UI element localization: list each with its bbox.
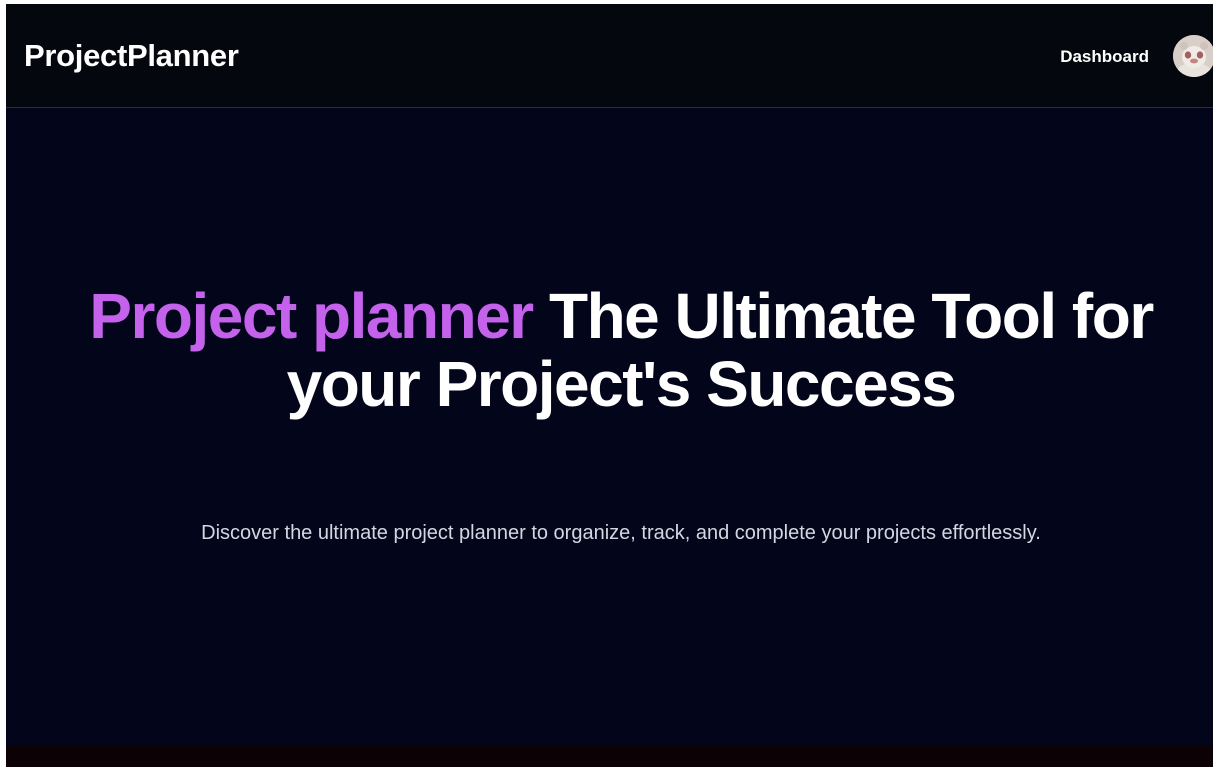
navbar: ProjectPlanner Dashboard <box>6 4 1213 108</box>
hero-subtitle: Discover the ultimate project planner to… <box>201 522 1041 544</box>
brand-logo[interactable]: ProjectPlanner <box>24 38 239 74</box>
bottom-section-edge <box>6 745 1213 767</box>
avatar[interactable] <box>1173 35 1213 77</box>
hero-title: Project planner The Ultimate Tool for yo… <box>66 282 1176 418</box>
nav-link-dashboard[interactable]: Dashboard <box>1060 47 1149 67</box>
user-avatar-icon <box>1173 35 1213 77</box>
hero-title-accent: Project planner <box>89 280 534 352</box>
app-window: ProjectPlanner Dashboard Project planner… <box>6 4 1213 767</box>
